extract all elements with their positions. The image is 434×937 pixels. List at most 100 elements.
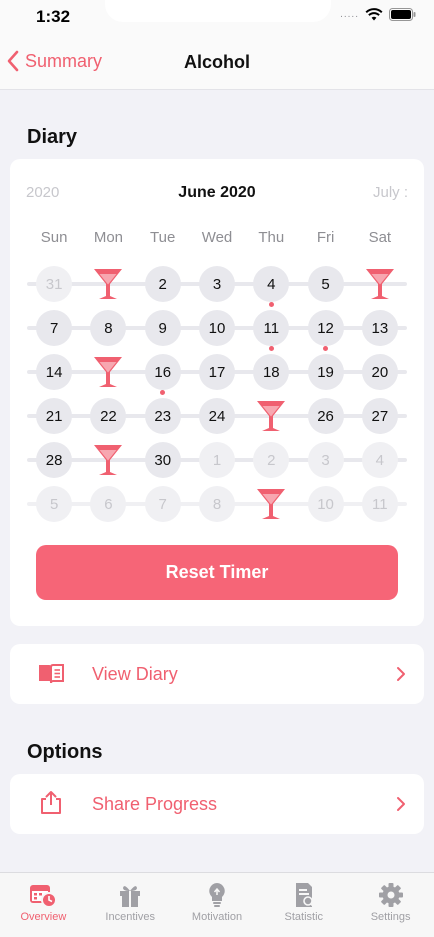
day-number[interactable]: 11 — [253, 310, 290, 346]
day-number[interactable]: 18 — [253, 354, 290, 390]
day-number[interactable]: 26 — [307, 398, 344, 434]
calendar-day[interactable]: 12 — [298, 307, 352, 351]
day-number[interactable]: 5 — [307, 266, 344, 302]
day-number[interactable]: 3 — [198, 266, 235, 302]
calendar-day[interactable]: 10 — [190, 307, 244, 351]
day-number[interactable]: 22 — [90, 398, 127, 434]
calendar-day[interactable]: 3 — [298, 439, 352, 483]
calendar-week-row: 31 2 3 4 5 — [27, 263, 407, 307]
reset-timer-button[interactable]: Reset Timer — [36, 545, 398, 600]
day-number[interactable]: 17 — [198, 354, 235, 390]
calendar-day[interactable]: 4 — [244, 263, 298, 307]
day-number[interactable]: 11 — [361, 486, 398, 522]
calendar-day[interactable] — [81, 263, 135, 307]
nav-bar: Summary Alcohol — [0, 34, 434, 90]
lightbulb-icon — [209, 883, 225, 907]
day-number[interactable]: 5 — [36, 486, 73, 522]
tab-statistic[interactable]: Statistic — [260, 873, 347, 937]
day-number[interactable]: 4 — [253, 266, 290, 302]
day-number[interactable]: 12 — [307, 310, 344, 346]
day-number[interactable]: 8 — [198, 486, 235, 522]
calendar-day[interactable] — [81, 351, 135, 395]
weekday-label: Thu — [258, 229, 285, 246]
calendar-day[interactable]: 16 — [136, 351, 190, 395]
calendar-day[interactable]: 8 — [81, 307, 135, 351]
calendar-day[interactable]: 8 — [190, 483, 244, 527]
drink-day[interactable] — [90, 354, 126, 390]
calendar-day[interactable]: 10 — [298, 483, 352, 527]
calendar-day[interactable]: 2 — [136, 263, 190, 307]
drink-day[interactable] — [90, 442, 126, 478]
calendar-day[interactable]: 20 — [353, 351, 407, 395]
calendar-day[interactable]: 2 — [244, 439, 298, 483]
calendar-day[interactable]: 28 — [27, 439, 81, 483]
calendar-day[interactable]: 5 — [298, 263, 352, 307]
day-number[interactable]: 19 — [307, 354, 344, 390]
view-diary-label: View Diary — [92, 664, 178, 684]
drink-day[interactable] — [90, 266, 126, 302]
calendar-day[interactable]: 13 — [353, 307, 407, 351]
next-month-button[interactable]: July : — [373, 184, 408, 201]
calendar-day[interactable]: 19 — [298, 351, 352, 395]
calendar-day[interactable]: 11 — [353, 483, 407, 527]
day-number[interactable]: 10 — [198, 310, 235, 346]
day-number[interactable]: 24 — [198, 398, 235, 434]
day-number[interactable]: 7 — [36, 310, 73, 346]
day-number[interactable]: 31 — [36, 266, 73, 302]
day-number[interactable]: 3 — [307, 442, 344, 478]
day-number[interactable]: 10 — [307, 486, 344, 522]
calendar-day[interactable]: 7 — [136, 483, 190, 527]
day-number[interactable]: 4 — [361, 442, 398, 478]
day-number[interactable]: 30 — [144, 442, 181, 478]
cocktail-glass-icon — [94, 445, 123, 475]
calendar-day[interactable]: 11 — [244, 307, 298, 351]
share-progress-row[interactable]: Share Progress — [10, 774, 424, 834]
drink-day[interactable] — [253, 486, 289, 522]
calendar-day[interactable]: 6 — [81, 483, 135, 527]
calendar-day[interactable]: 3 — [190, 263, 244, 307]
calendar-day[interactable]: 27 — [353, 395, 407, 439]
day-number[interactable]: 16 — [144, 354, 181, 390]
calendar-day[interactable]: 7 — [27, 307, 81, 351]
day-number[interactable]: 1 — [198, 442, 235, 478]
calendar-day[interactable]: 22 — [81, 395, 135, 439]
calendar-day[interactable]: 14 — [27, 351, 81, 395]
view-diary-row[interactable]: View Diary — [10, 644, 424, 704]
day-number[interactable]: 2 — [253, 442, 290, 478]
tab-motivation[interactable]: Motivation — [174, 873, 261, 937]
day-number[interactable]: 27 — [361, 398, 398, 434]
calendar-day[interactable] — [81, 439, 135, 483]
calendar-day[interactable]: 4 — [353, 439, 407, 483]
drink-day[interactable] — [362, 266, 398, 302]
day-number[interactable]: 8 — [90, 310, 127, 346]
drink-day[interactable] — [253, 398, 289, 434]
calendar-day[interactable]: 24 — [190, 395, 244, 439]
day-number[interactable]: 28 — [36, 442, 73, 478]
calendar-day[interactable]: 21 — [27, 395, 81, 439]
tab-settings[interactable]: Settings — [347, 873, 434, 937]
day-number[interactable]: 13 — [361, 310, 398, 346]
day-number[interactable]: 20 — [361, 354, 398, 390]
tab-overview[interactable]: Overview — [0, 873, 87, 937]
day-number[interactable]: 21 — [36, 398, 73, 434]
calendar-week-row: 5 6 7 8 10 11 — [27, 483, 407, 527]
day-number[interactable]: 6 — [90, 486, 127, 522]
day-number[interactable]: 9 — [144, 310, 181, 346]
calendar-day[interactable]: 17 — [190, 351, 244, 395]
day-number[interactable]: 2 — [144, 266, 181, 302]
day-number[interactable]: 23 — [144, 398, 181, 434]
calendar-day[interactable]: 30 — [136, 439, 190, 483]
calendar-day[interactable]: 31 — [27, 263, 81, 307]
calendar-day[interactable]: 9 — [136, 307, 190, 351]
calendar-day[interactable] — [244, 483, 298, 527]
day-number[interactable]: 14 — [36, 354, 73, 390]
calendar-day[interactable]: 5 — [27, 483, 81, 527]
calendar-day[interactable] — [353, 263, 407, 307]
calendar-day[interactable]: 1 — [190, 439, 244, 483]
calendar-day[interactable]: 23 — [136, 395, 190, 439]
calendar-day[interactable] — [244, 395, 298, 439]
calendar-day[interactable]: 18 — [244, 351, 298, 395]
calendar-day[interactable]: 26 — [298, 395, 352, 439]
day-number[interactable]: 7 — [144, 486, 181, 522]
tab-incentives[interactable]: Incentives — [87, 873, 174, 937]
